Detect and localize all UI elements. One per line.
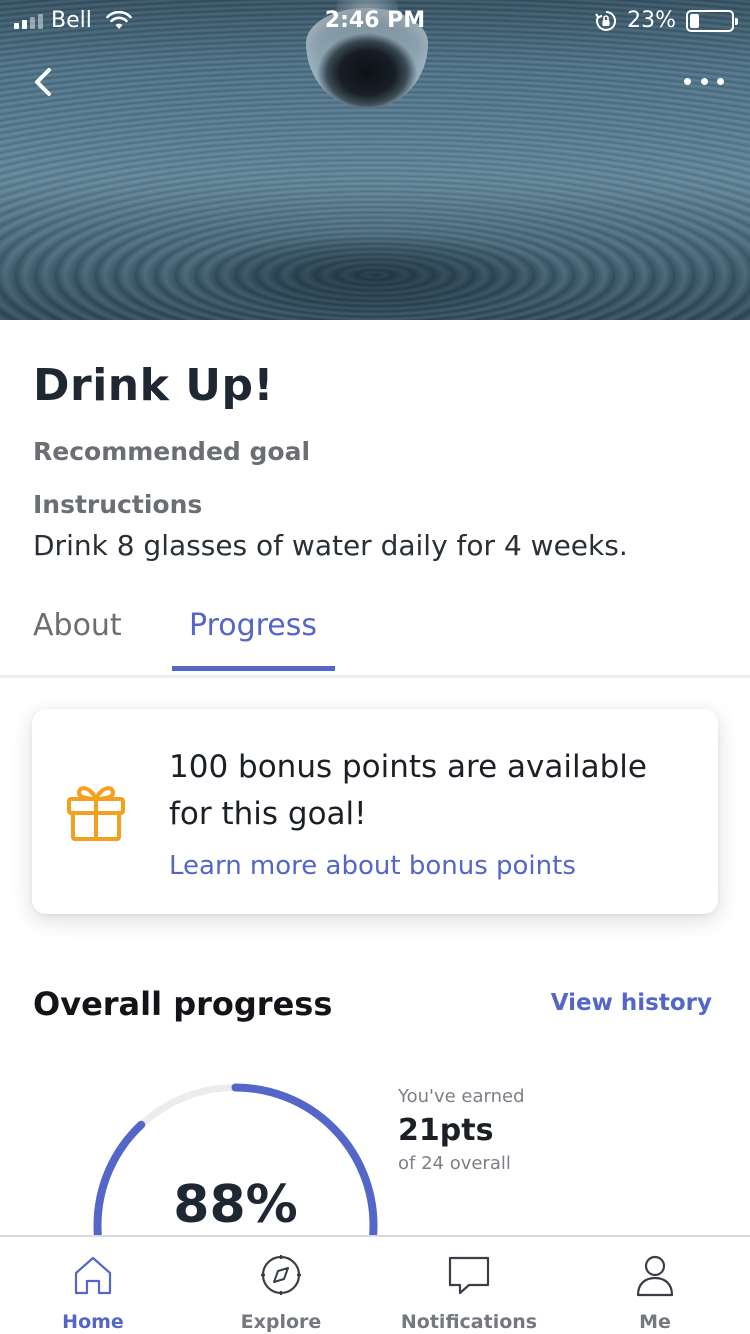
overall-progress-title: Overall progress	[33, 985, 333, 1023]
instructions-label: Instructions	[33, 490, 203, 519]
tab-notifications[interactable]: Notifications	[394, 1237, 544, 1334]
tab-explore-label: Explore	[240, 1311, 322, 1333]
progress-percent: 88%	[173, 1175, 298, 1235]
page-title: Drink Up!	[33, 360, 274, 411]
tab-home-label: Home	[62, 1311, 124, 1333]
battery-icon	[686, 9, 738, 32]
chevron-left-icon	[35, 68, 51, 96]
battery-percent: 23%	[627, 8, 676, 33]
bonus-card: 100 bonus points are available for this …	[32, 709, 718, 914]
bonus-message-line2: for this goal!	[169, 796, 367, 832]
hero-image	[0, 0, 750, 320]
compass-icon	[261, 1255, 301, 1295]
status-right: 23%	[595, 8, 738, 33]
tab-explore[interactable]: Explore	[206, 1237, 356, 1334]
instructions-text: Drink 8 glasses of water daily for 4 wee…	[33, 529, 628, 562]
learn-more-bonus-link[interactable]: Learn more about bonus points	[169, 851, 576, 881]
earned-total: of 24 overall	[398, 1153, 511, 1174]
tab-bar-top: About Progress	[0, 590, 750, 678]
hero-overlay	[0, 0, 750, 320]
tab-home[interactable]: Home	[18, 1237, 168, 1334]
battery-level	[690, 13, 700, 28]
earned-label: You've earned	[398, 1086, 525, 1107]
earned-points: 21pts	[398, 1113, 494, 1148]
active-tab-indicator	[172, 666, 335, 671]
status-bar: Bell 2:46 PM 23%	[0, 0, 750, 40]
bonus-message-line1: 100 bonus points are available	[169, 749, 647, 785]
tab-about[interactable]: About	[33, 608, 122, 643]
tab-progress[interactable]: Progress	[189, 608, 317, 643]
more-options-button[interactable]	[684, 66, 724, 96]
chat-bubble-icon	[448, 1256, 490, 1295]
rotation-lock-icon	[595, 10, 617, 31]
person-icon	[636, 1255, 674, 1297]
bottom-tab-bar: Home Explore Notifications Me	[0, 1235, 750, 1334]
gift-icon	[67, 786, 125, 841]
recommended-goal-label: Recommended goal	[33, 437, 311, 466]
tab-notifications-label: Notifications	[400, 1311, 538, 1333]
back-button[interactable]	[22, 60, 66, 104]
home-icon	[74, 1256, 112, 1295]
ellipsis-icon	[684, 77, 691, 85]
tab-me-label: Me	[639, 1311, 671, 1333]
tab-me[interactable]: Me	[580, 1237, 730, 1334]
view-history-link[interactable]: View history	[551, 990, 712, 1016]
